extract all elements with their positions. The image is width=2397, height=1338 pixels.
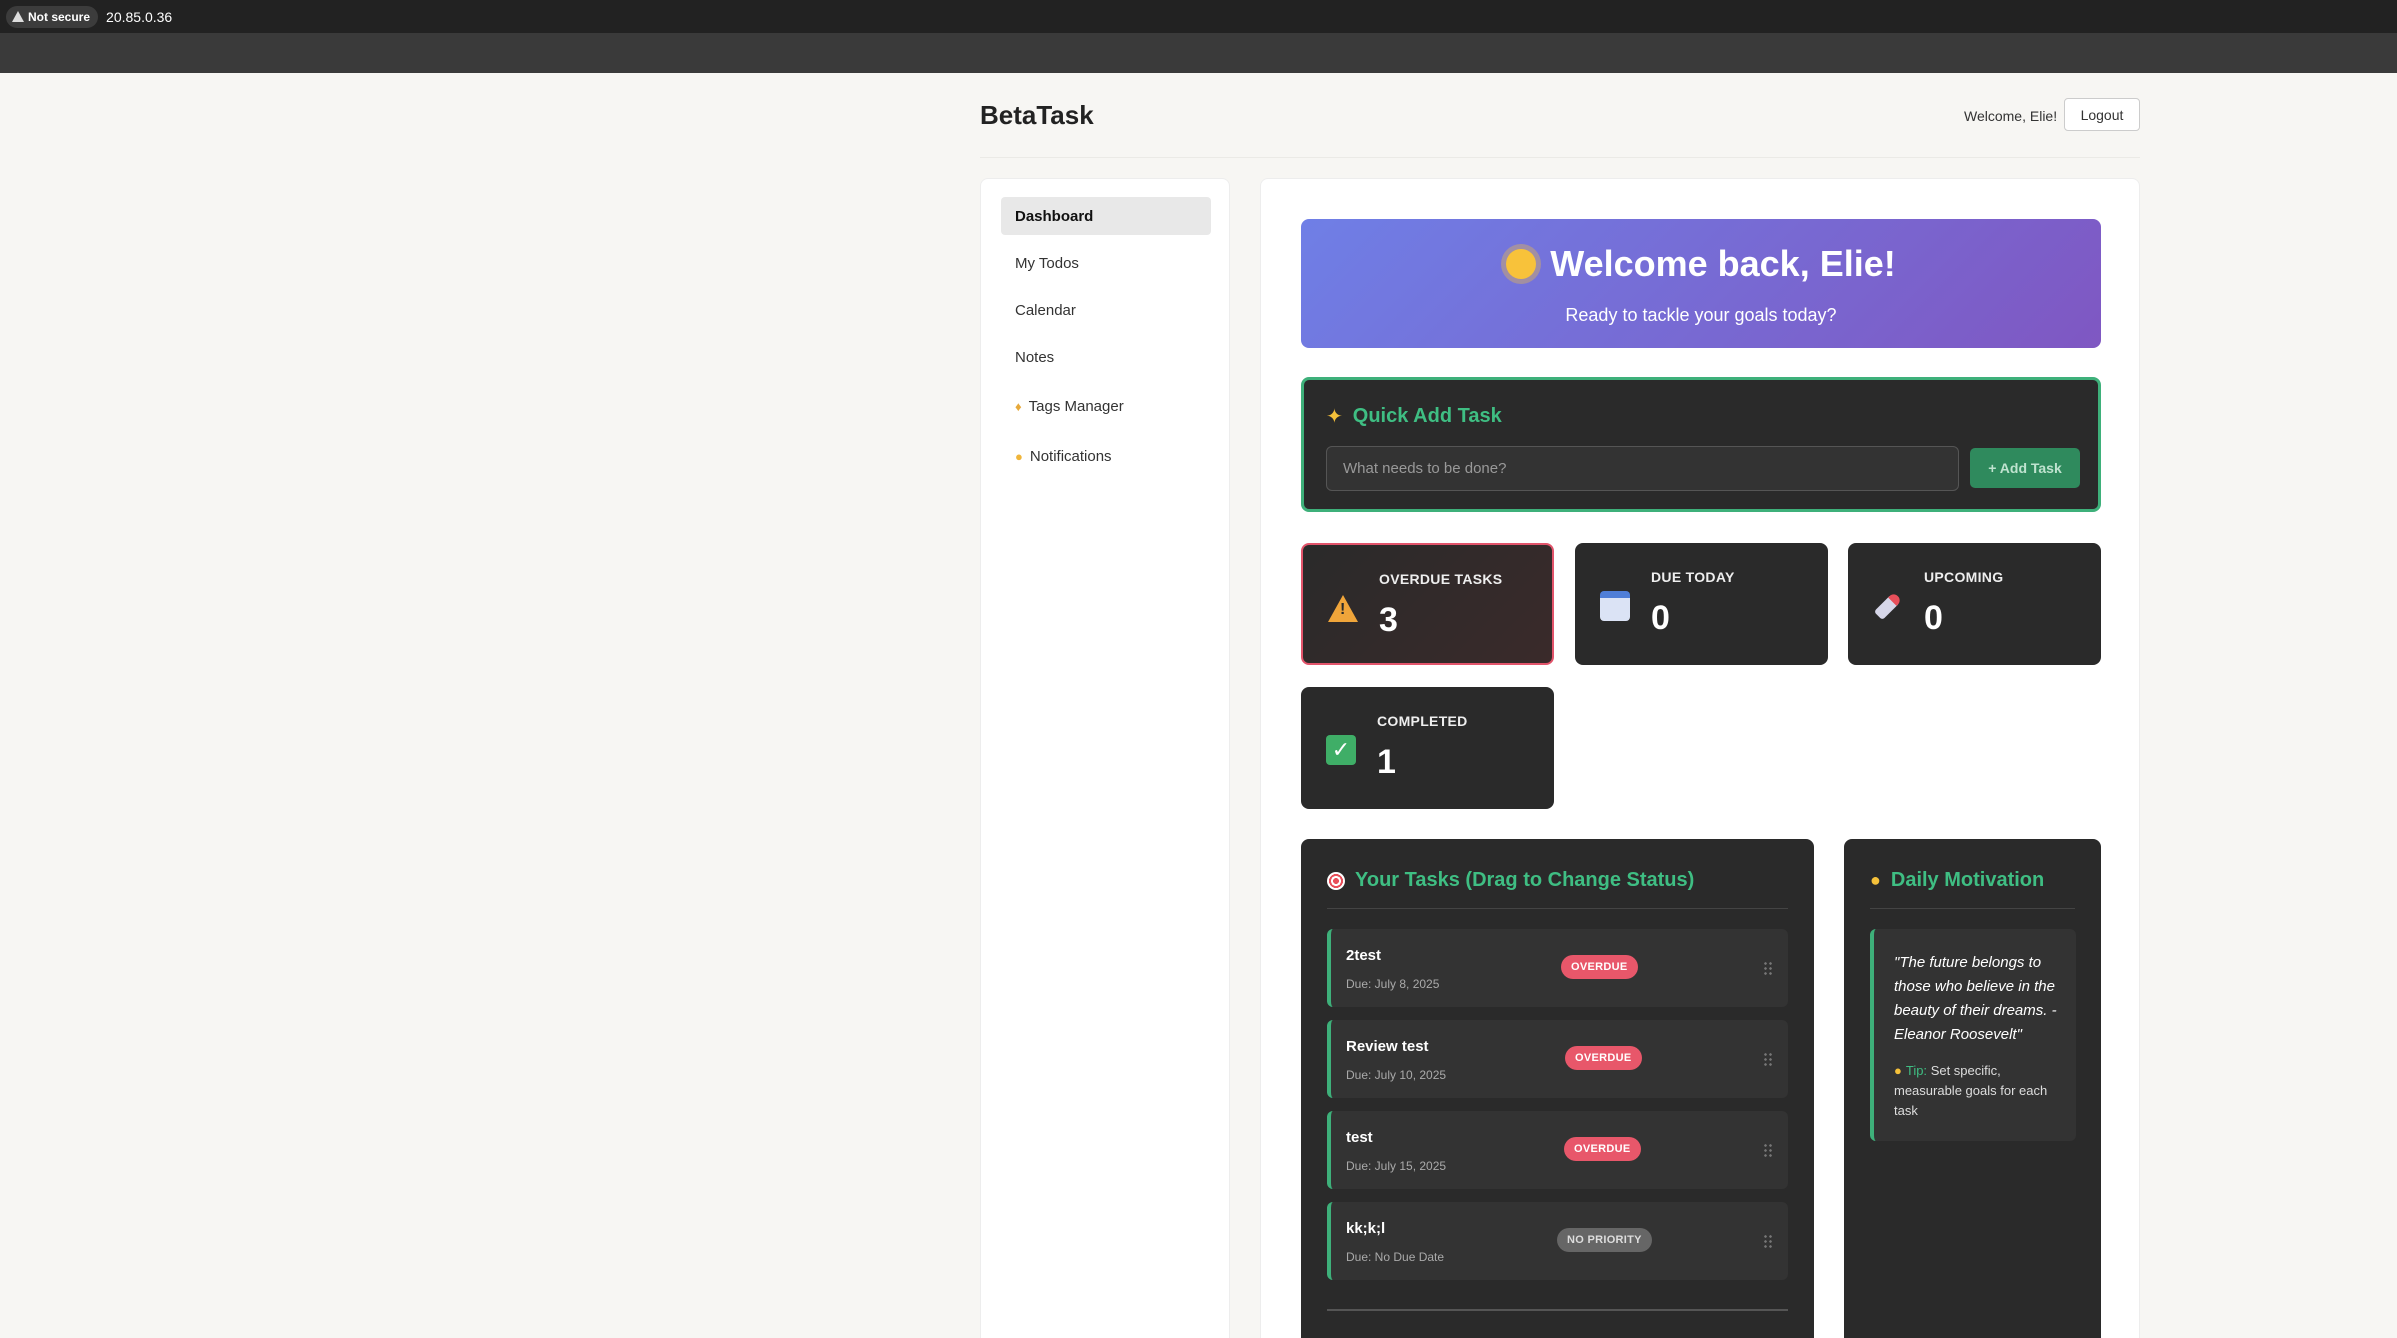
url-text[interactable]: 20.85.0.36 bbox=[106, 9, 172, 25]
sidebar-item-label: Dashboard bbox=[1015, 207, 1094, 225]
motivation-title: ● Daily Motivation bbox=[1870, 869, 2044, 892]
warning-icon bbox=[1327, 593, 1359, 623]
quick-add-panel: ✦ Quick Add Task + Add Task bbox=[1301, 377, 2101, 512]
status-badge: OVERDUE bbox=[1565, 1046, 1642, 1070]
task-name: kk;k;l bbox=[1346, 1220, 1386, 1237]
stat-card-due-today[interactable]: DUE TODAY 0 bbox=[1575, 543, 1828, 665]
security-indicator[interactable]: Not secure bbox=[6, 5, 99, 28]
welcome-user-text: Welcome, Elie! bbox=[1964, 108, 2058, 124]
logout-button[interactable]: Logout bbox=[2064, 98, 2140, 131]
tasks-title: Your Tasks (Drag to Change Status) bbox=[1327, 869, 1694, 892]
sidebar-item-label: Notifications bbox=[1029, 447, 1112, 465]
task-name: Review test bbox=[1346, 1038, 1429, 1055]
sidebar-item-label: Tags Manager bbox=[1028, 397, 1124, 415]
drag-handle-icon[interactable] bbox=[1763, 1052, 1773, 1066]
divider bbox=[1327, 908, 1788, 909]
priority-badge: NO PRIORITY bbox=[1557, 1228, 1652, 1252]
browser-address-bar: Not secure 20.85.0.36 bbox=[0, 0, 2397, 33]
stat-label: OVERDUE TASKS bbox=[1379, 571, 1503, 587]
task-due-date: Due: July 8, 2025 bbox=[1346, 977, 1440, 991]
drag-handle-icon[interactable] bbox=[1763, 1234, 1773, 1248]
stat-value: 0 bbox=[1924, 599, 1943, 637]
welcome-title: Welcome back, Elie! bbox=[1301, 243, 2101, 285]
checkmark-icon: ✓ bbox=[1325, 735, 1357, 765]
tasks-panel: Your Tasks (Drag to Change Status) 2test… bbox=[1301, 839, 1814, 1338]
task-due-date: Due: July 15, 2025 bbox=[1346, 1159, 1447, 1173]
status-badge: OVERDUE bbox=[1561, 955, 1638, 979]
divider bbox=[1870, 908, 2075, 909]
divider bbox=[1327, 1309, 1788, 1311]
sidebar-item-label: Calendar bbox=[1015, 301, 1076, 319]
sidebar-item-label: My Todos bbox=[1015, 254, 1079, 272]
main-content: Welcome back, Elie! Ready to tackle your… bbox=[1260, 178, 2140, 1338]
task-name: 2test bbox=[1346, 947, 1382, 964]
task-item[interactable]: 2test Due: July 8, 2025 OVERDUE bbox=[1327, 929, 1788, 1007]
welcome-banner: Welcome back, Elie! Ready to tackle your… bbox=[1301, 219, 2101, 348]
sidebar-item-tags-manager[interactable]: ♦ Tags Manager bbox=[1001, 387, 1211, 425]
quick-add-title-text: Quick Add Task bbox=[1352, 405, 1502, 427]
motivation-panel: ● Daily Motivation "The future belongs t… bbox=[1844, 839, 2101, 1338]
sidebar-item-notifications[interactable]: ● Notifications bbox=[1001, 437, 1211, 475]
security-label: Not secure bbox=[28, 9, 91, 24]
warning-icon bbox=[12, 11, 24, 22]
stat-card-upcoming[interactable]: UPCOMING 0 bbox=[1848, 543, 2101, 665]
stat-value: 0 bbox=[1651, 599, 1670, 637]
quote-text: "The future belongs to those who believe… bbox=[1894, 954, 2057, 1043]
tip-text: ● Tip: Set specific, measurable goals for… bbox=[1894, 1061, 2062, 1121]
motivation-title-text: Daily Motivation bbox=[1890, 869, 2045, 891]
stat-value: 1 bbox=[1377, 743, 1396, 781]
status-badge: OVERDUE bbox=[1564, 1137, 1641, 1161]
sun-icon bbox=[1506, 249, 1537, 279]
task-item[interactable]: Review test Due: July 10, 2025 OVERDUE bbox=[1327, 1020, 1788, 1098]
stat-value: 3 bbox=[1379, 601, 1398, 639]
sparkles-icon: ✦ bbox=[1326, 406, 1343, 428]
header-divider bbox=[980, 157, 2140, 158]
rocket-icon bbox=[1872, 591, 1904, 621]
sidebar-item-label: Notes bbox=[1015, 348, 1055, 366]
sidebar-item-notes[interactable]: Notes bbox=[1001, 338, 1211, 376]
stat-label: UPCOMING bbox=[1924, 569, 2004, 585]
sidebar-item-calendar[interactable]: Calendar bbox=[1001, 291, 1211, 329]
sidebar-item-my-todos[interactable]: My Todos bbox=[1001, 244, 1211, 282]
tip-label: Tip: bbox=[1905, 1063, 1928, 1078]
stat-card-overdue[interactable]: OVERDUE TASKS 3 bbox=[1301, 543, 1554, 665]
tag-icon: ♦ bbox=[1015, 398, 1022, 414]
add-task-button[interactable]: + Add Task bbox=[1970, 448, 2080, 488]
sidebar: Dashboard My Todos Calendar Notes ♦ Tags… bbox=[980, 178, 1230, 1338]
flexed-arm-icon: ● bbox=[1870, 870, 1881, 890]
tasks-title-text: Your Tasks (Drag to Change Status) bbox=[1355, 869, 1695, 891]
stat-card-completed[interactable]: ✓ COMPLETED 1 bbox=[1301, 687, 1554, 809]
drag-handle-icon[interactable] bbox=[1763, 961, 1773, 975]
stat-label: COMPLETED bbox=[1377, 713, 1468, 729]
welcome-title-text: Welcome back, Elie! bbox=[1550, 243, 1896, 284]
quick-add-input[interactable] bbox=[1326, 446, 1959, 491]
stat-label: DUE TODAY bbox=[1651, 569, 1735, 585]
task-due-date: Due: No Due Date bbox=[1346, 1250, 1445, 1264]
calendar-icon bbox=[1599, 591, 1631, 621]
task-due-date: Due: July 10, 2025 bbox=[1346, 1068, 1447, 1082]
target-icon bbox=[1327, 871, 1345, 890]
browser-toolbar bbox=[0, 33, 2397, 73]
quote-card: "The future belongs to those who believe… bbox=[1870, 929, 2076, 1141]
drag-handle-icon[interactable] bbox=[1763, 1143, 1773, 1157]
quick-add-title: ✦ Quick Add Task bbox=[1326, 404, 1502, 429]
sidebar-item-dashboard[interactable]: Dashboard bbox=[1001, 197, 1211, 235]
lightbulb-icon: ● bbox=[1894, 1063, 1902, 1078]
bell-icon: ● bbox=[1015, 448, 1023, 464]
brand-logo[interactable]: BetaTask bbox=[980, 100, 1094, 131]
task-item[interactable]: test Due: July 15, 2025 OVERDUE bbox=[1327, 1111, 1788, 1189]
task-name: test bbox=[1346, 1129, 1373, 1146]
task-item[interactable]: kk;k;l Due: No Due Date NO PRIORITY bbox=[1327, 1202, 1788, 1280]
welcome-subtitle: Ready to tackle your goals today? bbox=[1565, 305, 1837, 325]
